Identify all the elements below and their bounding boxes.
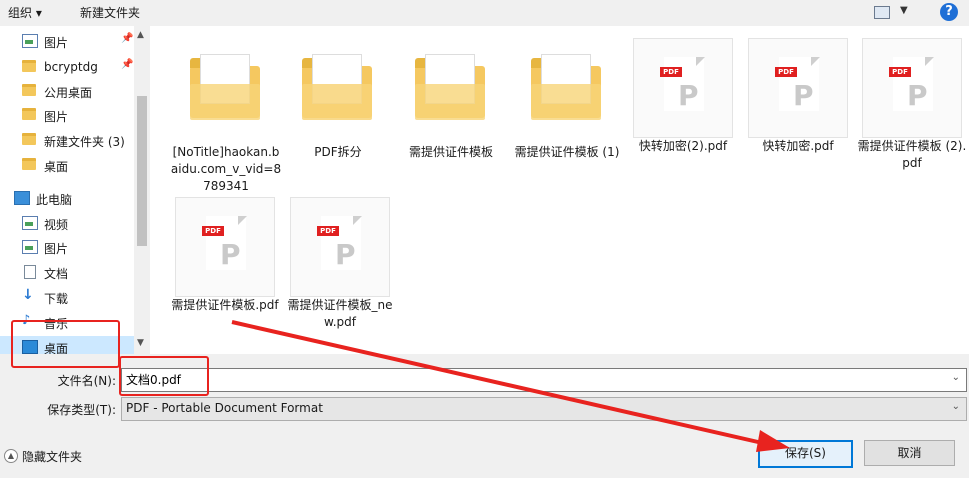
- annotation-arrow: [231, 320, 790, 452]
